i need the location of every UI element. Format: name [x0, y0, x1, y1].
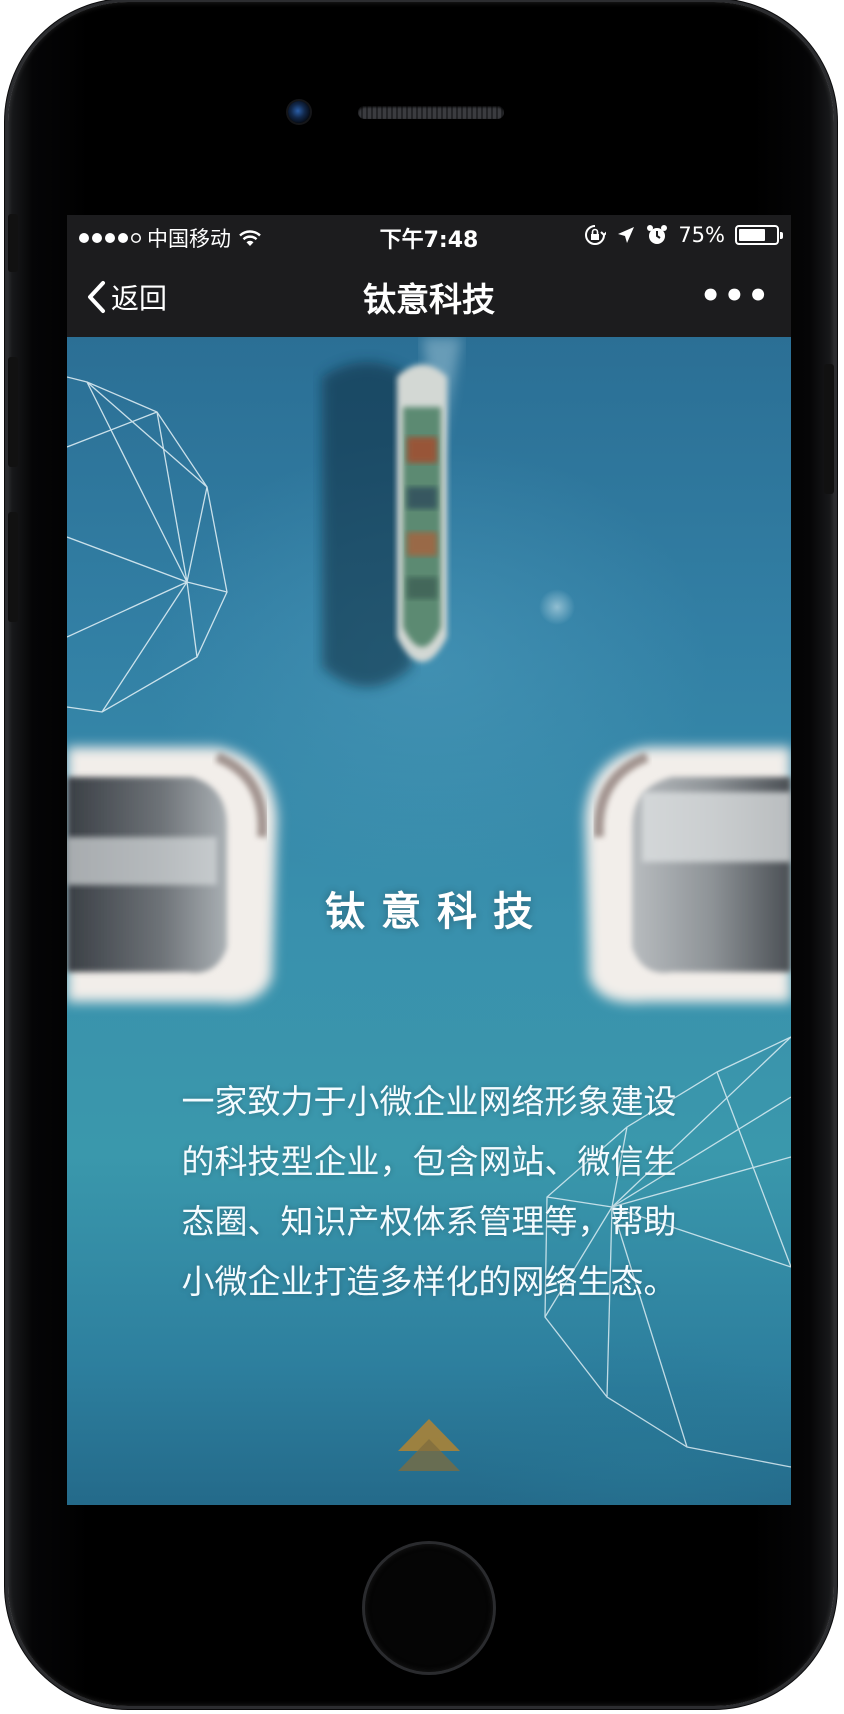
- volume-up-button: [8, 357, 18, 467]
- power-button: [824, 364, 834, 494]
- status-bar: 中国移动 下午7:48 75%: [67, 215, 791, 255]
- location-arrow-icon: [618, 227, 635, 243]
- volume-down-button: [8, 512, 18, 622]
- hero-section: 钛意科技 一家致力于小微企业网络形象建设的科技型企业，包含网站、微信生态圈、知识…: [67, 337, 791, 1505]
- double-chevron-up-icon[interactable]: [396, 1417, 462, 1477]
- more-menu-button[interactable]: •••: [700, 279, 771, 313]
- mute-switch: [8, 214, 18, 272]
- alarm-clock-icon: [647, 225, 668, 244]
- lock-rotation-icon: [585, 225, 607, 245]
- screen: 中国移动 下午7:48 75% 返回 钛意科技 ••• 钛意科技 一家致力于小微…: [67, 215, 791, 1505]
- hero-title: 钛意科技: [325, 889, 549, 935]
- battery-percent: 75%: [678, 223, 725, 247]
- home-button[interactable]: [365, 1544, 493, 1672]
- device-mockup: 中国移动 下午7:48 75% 返回 钛意科技 ••• 钛意科技 一家致力于小微…: [0, 0, 844, 1714]
- front-camera: [288, 101, 310, 123]
- phone-frame: 中国移动 下午7:48 75% 返回 钛意科技 ••• 钛意科技 一家致力于小微…: [8, 2, 834, 1706]
- battery-fill: [739, 229, 765, 241]
- nav-title: 钛意科技: [363, 280, 495, 319]
- nav-bar: 返回 钛意科技 •••: [67, 255, 791, 337]
- hero-description: 一家致力于小微企业网络形象建设的科技型企业，包含网站、微信生态圈、知识产权体系管…: [181, 1082, 677, 1301]
- status-right: 75%: [584, 223, 783, 247]
- battery-icon: [735, 225, 783, 245]
- earpiece-speaker: [358, 106, 504, 119]
